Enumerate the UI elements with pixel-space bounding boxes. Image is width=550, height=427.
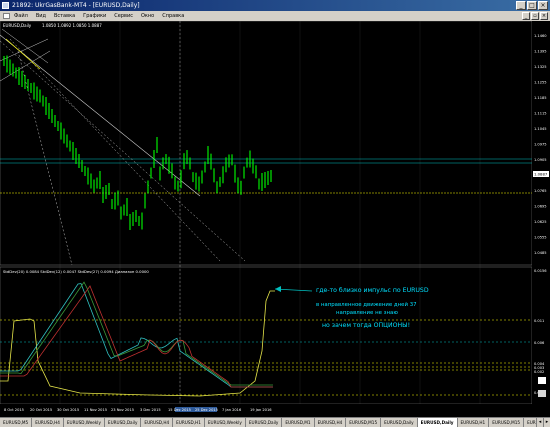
menu-window[interactable]: Окно <box>141 11 154 21</box>
tab-chart[interactable]: EURUSD,Daily <box>381 418 418 427</box>
tab-chart[interactable]: EURUSD,H4 <box>141 418 174 427</box>
title-bar[interactable]: 21892: UkrGasBank-MT4 - [EURUSD,Daily] _… <box>0 0 550 11</box>
mdi-minimize-button[interactable]: _ <box>522 12 530 20</box>
price-level-label: 1.1460 <box>534 34 547 38</box>
price-level-label: 1.0765 <box>534 189 547 193</box>
tab-chart[interactable]: EURUSD,H1 <box>173 418 205 427</box>
menu-bar: Файл Вид Вставка Графики Сервис Окно Спр… <box>0 11 550 21</box>
trendline-dashed-2[interactable] <box>9 38 221 262</box>
window-title: 21892: UkrGasBank-MT4 - [EURUSD,Daily] <box>12 2 140 9</box>
tab-chart[interactable]: EURUSD,Daily <box>417 418 458 427</box>
tab-scroll-right-button[interactable]: ▸ <box>543 418 550 427</box>
time-label: 7 Jan 2016 <box>222 408 242 412</box>
time-label: 20 Oct 2015 <box>30 408 52 412</box>
tab-chart[interactable]: EURUSD,Weekly <box>205 418 246 427</box>
price-level-label: 1.1115 <box>534 112 547 116</box>
mdi-restore-button[interactable]: ▫ <box>531 12 539 20</box>
price-level-label: 1.1045 <box>534 127 547 131</box>
chart-canvas[interactable]: где-то близко импульс по EURUSD в направ… <box>0 21 550 417</box>
close-button[interactable]: × <box>538 1 548 10</box>
tab-chart[interactable]: EURUSD,M15 <box>346 418 382 427</box>
time-label: 3 Dec 2015 <box>140 408 161 412</box>
fan-line-3[interactable] <box>1 28 49 64</box>
app-icon <box>2 2 9 9</box>
time-label: 15 Dec 2015 <box>168 408 191 412</box>
tab-chart[interactable]: EURUSD,M5 <box>0 418 33 427</box>
tab-scroll-left-button[interactable]: ◂ <box>536 418 543 427</box>
price-level-label: 1.0695 <box>534 205 547 209</box>
menu-file[interactable]: Файл <box>14 11 28 21</box>
grid-lines <box>59 21 481 404</box>
fan-line-yellow[interactable] <box>5 38 41 70</box>
tab-chart[interactable]: EURUSD,H4 <box>315 418 347 427</box>
stddev-red-line <box>0 285 273 388</box>
price-level-label: 1.0625 <box>534 220 547 224</box>
menu-charts[interactable]: Графики <box>83 11 106 21</box>
annotation-text-2[interactable]: в направленное движение дней 37 <box>316 301 417 308</box>
chart-symbol-label: EURUSD,Daily <box>3 23 32 28</box>
annotation-text-4[interactable]: но зачем тогда ОПЦИОНЫ! <box>322 322 410 329</box>
tab-chart[interactable]: EURUSD,Daily <box>105 418 142 427</box>
price-level-label: 1.0555 <box>534 236 547 240</box>
tab-chart[interactable]: EURUSD,H1 <box>458 418 490 427</box>
trendline-dashed-3[interactable] <box>17 50 73 266</box>
menu-help[interactable]: Справка <box>162 11 184 21</box>
indicator-scale-label: 0.011 <box>534 319 544 323</box>
chart-tabs: EURUSD,M5 EURUSD,H4 EURUSD,Weekly EURUSD,Da… <box>0 417 550 427</box>
indicator-scale-label: 0.0156 <box>534 269 547 273</box>
scale-settings-icon[interactable] <box>538 377 546 384</box>
price-level-label: 1.1255 <box>534 81 547 85</box>
time-label: 23 Nov 2015 <box>111 408 134 412</box>
current-price-label: 1.0887 <box>534 172 548 177</box>
tab-chart[interactable]: EURUSD,Weekly <box>64 418 105 427</box>
menu-view[interactable]: Вид <box>36 11 46 21</box>
price-level-label: 1.1185 <box>534 96 547 100</box>
price-level-label: 1.1395 <box>534 50 547 54</box>
time-label: 11 Nov 2015 <box>84 408 107 412</box>
indicator-header: StdDev(20) 0.0084 StdDev(12) 0.0047 StdD… <box>3 269 149 274</box>
annotation-text-1[interactable]: где-то близко импульс по EURUSD <box>316 286 429 294</box>
terminal-window: 21892: UkrGasBank-MT4 - [EURUSD,Daily] _… <box>0 0 550 427</box>
arrow-head-icon <box>275 286 281 292</box>
price-level-label: 1.1325 <box>534 65 547 69</box>
minimize-button[interactable]: _ <box>516 1 526 10</box>
stddev-cyan-line <box>0 283 273 388</box>
price-panel-frame <box>0 21 533 266</box>
time-label: 30 Oct 2015 <box>57 408 79 412</box>
chart-window-icon[interactable] <box>3 13 10 19</box>
maximize-button[interactable]: □ <box>527 1 537 10</box>
time-label: 19 Jan 2016 <box>250 408 272 412</box>
tab-chart[interactable]: EURUSD,M1 <box>282 418 315 427</box>
tab-chart[interactable]: EURUSD,Daily <box>246 418 283 427</box>
price-bars <box>3 55 272 230</box>
price-level-label: 1.0975 <box>534 143 547 147</box>
indicator-panel-frame <box>0 266 533 405</box>
menu-tools[interactable]: Сервис <box>114 11 133 21</box>
price-level-label: 1.0485 <box>534 251 547 255</box>
tab-chart[interactable]: EURUSD,H4 <box>32 418 64 427</box>
annotation-text-3[interactable]: направление не знаю <box>336 310 398 316</box>
indicator-scale-label: 0.002 <box>534 370 544 374</box>
chart-ohlc-label: 1.0850 1.0892 1.0850 1.0887 <box>42 23 102 28</box>
price-level-label: 1.0905 <box>534 158 547 162</box>
scale-zoom-icon[interactable] <box>538 390 546 397</box>
time-label: 8 Oct 2015 <box>4 408 24 412</box>
price-scale-labels: 1.1460 1.1395 1.1325 1.1255 1.1185 1.1115 1.10… <box>534 34 547 255</box>
mdi-controls: _ ▫ × <box>522 12 548 20</box>
chart-area[interactable]: где-то близко импульс по EURUSD в направ… <box>0 21 550 417</box>
time-label: 25 Dec 2015 <box>195 408 218 412</box>
stddev-green-line <box>0 281 273 386</box>
tab-chart[interactable]: EURUSD,M15 <box>489 418 525 427</box>
indicator-scale-label: 0.006 <box>534 341 545 345</box>
menu-insert[interactable]: Вставка <box>54 11 75 21</box>
tab-nav: ◂ ▸ <box>536 418 550 427</box>
mdi-close-button[interactable]: × <box>540 12 548 20</box>
